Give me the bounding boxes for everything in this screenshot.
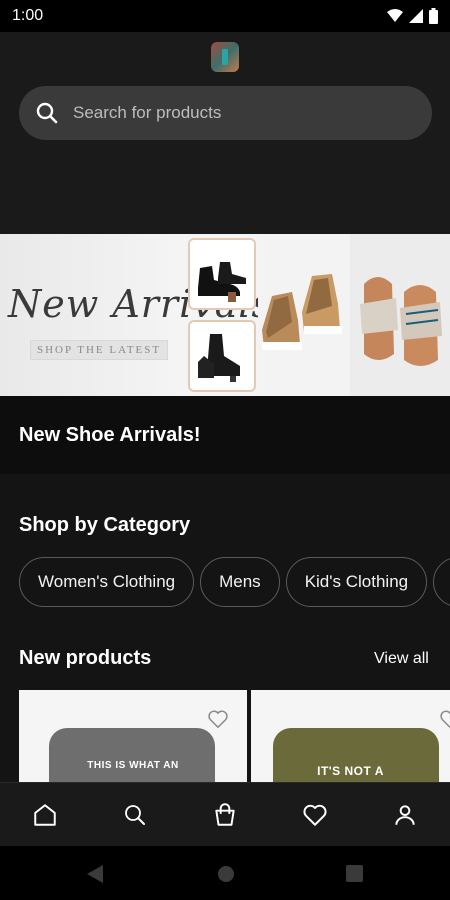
- product-card[interactable]: THIS IS WHAT AN: [19, 690, 247, 782]
- favorite-heart-icon[interactable]: [207, 708, 229, 730]
- status-icons: [387, 8, 438, 24]
- heart-icon: [303, 804, 327, 826]
- home-icon: [34, 803, 56, 826]
- nav-profile[interactable]: [385, 795, 425, 835]
- nav-home[interactable]: [25, 795, 65, 835]
- nav-cart[interactable]: [205, 795, 245, 835]
- system-navigation-bar: [0, 846, 450, 900]
- product-shirt-text: THIS IS WHAT AN: [87, 760, 179, 771]
- boot-image: [188, 238, 256, 310]
- profile-icon: [395, 804, 415, 825]
- back-icon[interactable]: [87, 865, 103, 883]
- shopping-bag-icon: [215, 802, 235, 826]
- battery-icon: [429, 8, 438, 24]
- store-logo[interactable]: [211, 42, 239, 72]
- banner-title: New Shoe Arrivals!: [19, 424, 201, 446]
- category-section-title: Shop by Category: [19, 514, 191, 536]
- search-input[interactable]: [73, 103, 393, 123]
- wifi-icon: [387, 9, 403, 22]
- promo-banner[interactable]: New Arrivals SHOP THE LATEST: [0, 234, 450, 396]
- product-shirt-text: IT'S NOT A: [317, 764, 384, 778]
- banner-caption[interactable]: New Shoe Arrivals!: [0, 396, 450, 474]
- status-time: 1:00: [12, 7, 44, 24]
- search-icon: [36, 102, 58, 124]
- category-chip-mens[interactable]: Mens: [200, 557, 280, 607]
- category-chip-womens-clothing[interactable]: Women's Clothing: [19, 557, 195, 607]
- gray-shirt-image: [49, 728, 215, 782]
- status-bar: 1:00: [0, 0, 450, 32]
- favorite-heart-icon[interactable]: [439, 708, 450, 730]
- category-chip-partial[interactable]: Sw: [433, 557, 450, 607]
- new-products-title: New products: [19, 647, 152, 669]
- search-icon: [125, 804, 145, 825]
- home-circle-icon[interactable]: [217, 865, 235, 883]
- category-chip-kids-clothing[interactable]: Kid's Clothing: [285, 557, 428, 607]
- category-chips: Women's Clothing Mens Kid's Clothing Sw: [19, 557, 450, 609]
- product-card[interactable]: IT'S NOT A: [251, 690, 450, 782]
- banner-subtitle: SHOP THE LATEST: [30, 340, 169, 360]
- signal-icon: [409, 9, 423, 23]
- nav-favorites[interactable]: [295, 795, 335, 835]
- sandal-image: [350, 234, 450, 396]
- search-bar[interactable]: [19, 86, 432, 140]
- nav-search[interactable]: [115, 795, 155, 835]
- sneaker-image: [258, 234, 350, 396]
- recents-icon[interactable]: [346, 865, 363, 882]
- bottom-navigation: [0, 782, 450, 846]
- bootie-image: [188, 320, 256, 392]
- header-area: [0, 32, 450, 234]
- view-all-link[interactable]: View all: [374, 650, 429, 668]
